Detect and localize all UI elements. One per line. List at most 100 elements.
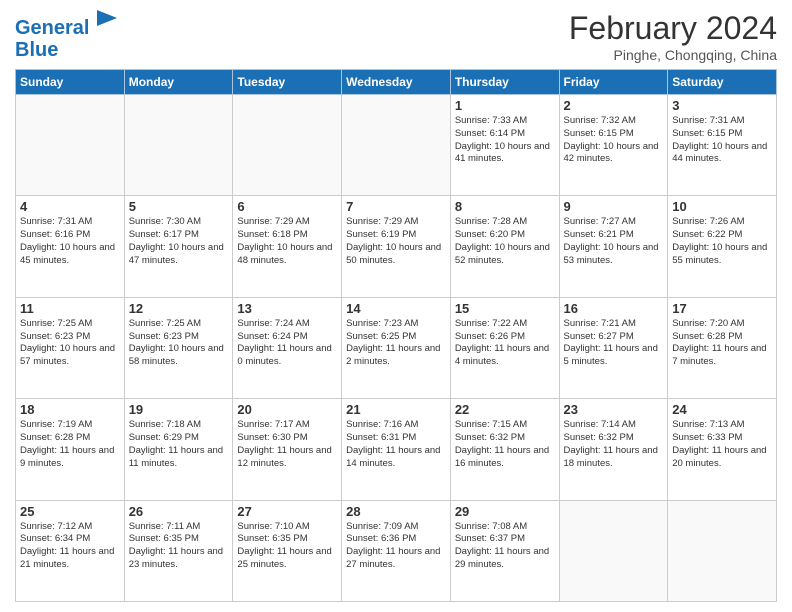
- day-number: 21: [346, 402, 446, 417]
- day-number: 26: [129, 504, 229, 519]
- day-info: Sunrise: 7:25 AM Sunset: 6:23 PM Dayligh…: [129, 318, 229, 369]
- day-info: Sunrise: 7:19 AM Sunset: 6:28 PM Dayligh…: [20, 419, 120, 470]
- day-info: Sunrise: 7:12 AM Sunset: 6:34 PM Dayligh…: [20, 521, 120, 572]
- calendar-cell: 1 Sunrise: 7:33 AM Sunset: 6:14 PM Daylig…: [450, 95, 559, 196]
- day-number: 7: [346, 199, 446, 214]
- day-number: 5: [129, 199, 229, 214]
- day-info: Sunrise: 7:31 AM Sunset: 6:16 PM Dayligh…: [20, 216, 120, 267]
- calendar-cell: 22Sunrise: 7:15 AM Sunset: 6:32 PM Dayli…: [450, 399, 559, 500]
- day-info: Sunrise: 7:32 AM Sunset: 6:15 PM Dayligh…: [564, 115, 664, 166]
- day-info: Sunrise: 7:23 AM Sunset: 6:25 PM Dayligh…: [346, 318, 446, 369]
- day-info: Sunrise: 7:11 AM Sunset: 6:35 PM Dayligh…: [129, 521, 229, 572]
- day-number: 6: [237, 199, 337, 214]
- day-info: Sunrise: 7:22 AM Sunset: 6:26 PM Dayligh…: [455, 318, 555, 369]
- calendar-cell: 5 Sunrise: 7:30 AM Sunset: 6:17 PM Daylig…: [124, 196, 233, 297]
- day-number: 13: [237, 301, 337, 316]
- day-header-tuesday: Tuesday: [233, 70, 342, 95]
- calendar-cell: 4 Sunrise: 7:31 AM Sunset: 6:16 PM Daylig…: [16, 196, 125, 297]
- day-number: 28: [346, 504, 446, 519]
- calendar-cell: 28Sunrise: 7:09 AM Sunset: 6:36 PM Dayli…: [342, 500, 451, 601]
- calendar-cell: 12 Sunrise: 7:25 AM Sunset: 6:23 PM Dayli…: [124, 297, 233, 398]
- day-number: 29: [455, 504, 555, 519]
- day-info: Sunrise: 7:17 AM Sunset: 6:30 PM Dayligh…: [237, 419, 337, 470]
- day-number: 4: [20, 199, 120, 214]
- day-number: 17: [672, 301, 772, 316]
- calendar-cell: 23 Sunrise: 7:14 AM Sunset: 6:32 PM Dayli…: [559, 399, 668, 500]
- day-info: Sunrise: 7:33 AM Sunset: 6:14 PM Dayligh…: [455, 115, 555, 166]
- calendar-table: SundayMondayTuesdayWednesdayThursdayFrid…: [15, 69, 777, 602]
- calendar-cell: 7 Sunrise: 7:29 AM Sunset: 6:19 PM Daylig…: [342, 196, 451, 297]
- day-header-saturday: Saturday: [668, 70, 777, 95]
- calendar-cell: 25 Sunrise: 7:12 AM Sunset: 6:34 PM Dayli…: [16, 500, 125, 601]
- header-row: SundayMondayTuesdayWednesdayThursdayFrid…: [16, 70, 777, 95]
- day-info: Sunrise: 7:31 AM Sunset: 6:15 PM Dayligh…: [672, 115, 772, 166]
- logo-text: General: [15, 10, 117, 39]
- calendar-cell: 18Sunrise: 7:19 AM Sunset: 6:28 PM Dayli…: [16, 399, 125, 500]
- day-header-monday: Monday: [124, 70, 233, 95]
- day-info: Sunrise: 7:14 AM Sunset: 6:32 PM Dayligh…: [564, 419, 664, 470]
- calendar-cell: 10 Sunrise: 7:26 AM Sunset: 6:22 PM Dayli…: [668, 196, 777, 297]
- calendar-cell: 17 Sunrise: 7:20 AM Sunset: 6:28 PM Dayli…: [668, 297, 777, 398]
- logo-general: General: [15, 17, 89, 39]
- day-number: 9: [564, 199, 664, 214]
- day-info: Sunrise: 7:15 AM Sunset: 6:32 PM Dayligh…: [455, 419, 555, 470]
- day-number: 14: [346, 301, 446, 316]
- calendar-cell: 26 Sunrise: 7:11 AM Sunset: 6:35 PM Dayli…: [124, 500, 233, 601]
- title-block: February 2024 Pinghe, Chongqing, China: [569, 10, 777, 63]
- calendar-cell: 24 Sunrise: 7:13 AM Sunset: 6:33 PM Dayli…: [668, 399, 777, 500]
- calendar-cell: 8 Sunrise: 7:28 AM Sunset: 6:20 PM Daylig…: [450, 196, 559, 297]
- day-number: 11: [20, 301, 120, 316]
- main-title: February 2024: [569, 10, 777, 47]
- day-header-wednesday: Wednesday: [342, 70, 451, 95]
- page: General Blue February 2024 Pinghe, Chong…: [0, 0, 792, 612]
- calendar-cell: 19Sunrise: 7:18 AM Sunset: 6:29 PM Dayli…: [124, 399, 233, 500]
- day-number: 3: [672, 98, 772, 113]
- calendar-cell: [233, 95, 342, 196]
- day-info: Sunrise: 7:21 AM Sunset: 6:27 PM Dayligh…: [564, 318, 664, 369]
- calendar-cell: 29 Sunrise: 7:08 AM Sunset: 6:37 PM Dayli…: [450, 500, 559, 601]
- calendar-header: SundayMondayTuesdayWednesdayThursdayFrid…: [16, 70, 777, 95]
- day-number: 12: [129, 301, 229, 316]
- calendar-cell: 21 Sunrise: 7:16 AM Sunset: 6:31 PM Dayli…: [342, 399, 451, 500]
- day-number: 1: [455, 98, 555, 113]
- day-number: 8: [455, 199, 555, 214]
- day-number: 10: [672, 199, 772, 214]
- day-info: Sunrise: 7:25 AM Sunset: 6:23 PM Dayligh…: [20, 318, 120, 369]
- calendar-cell: [16, 95, 125, 196]
- calendar-body: 1 Sunrise: 7:33 AM Sunset: 6:14 PM Daylig…: [16, 95, 777, 602]
- logo-icon: [97, 10, 117, 34]
- day-number: 2: [564, 98, 664, 113]
- logo: General Blue: [15, 10, 117, 61]
- day-info: Sunrise: 7:18 AM Sunset: 6:29 PM Dayligh…: [129, 419, 229, 470]
- calendar-cell: 11 Sunrise: 7:25 AM Sunset: 6:23 PM Dayli…: [16, 297, 125, 398]
- day-info: Sunrise: 7:26 AM Sunset: 6:22 PM Dayligh…: [672, 216, 772, 267]
- calendar-cell: 16 Sunrise: 7:21 AM Sunset: 6:27 PM Dayli…: [559, 297, 668, 398]
- subtitle: Pinghe, Chongqing, China: [569, 47, 777, 63]
- calendar-cell: [124, 95, 233, 196]
- day-info: Sunrise: 7:20 AM Sunset: 6:28 PM Dayligh…: [672, 318, 772, 369]
- header: General Blue February 2024 Pinghe, Chong…: [15, 10, 777, 63]
- day-info: Sunrise: 7:10 AM Sunset: 6:35 PM Dayligh…: [237, 521, 337, 572]
- day-number: 16: [564, 301, 664, 316]
- day-info: Sunrise: 7:28 AM Sunset: 6:20 PM Dayligh…: [455, 216, 555, 267]
- week-row-3: 18Sunrise: 7:19 AM Sunset: 6:28 PM Dayli…: [16, 399, 777, 500]
- week-row-1: 4 Sunrise: 7:31 AM Sunset: 6:16 PM Daylig…: [16, 196, 777, 297]
- day-number: 24: [672, 402, 772, 417]
- logo-blue: Blue: [15, 39, 117, 61]
- day-info: Sunrise: 7:30 AM Sunset: 6:17 PM Dayligh…: [129, 216, 229, 267]
- day-number: 15: [455, 301, 555, 316]
- day-info: Sunrise: 7:08 AM Sunset: 6:37 PM Dayligh…: [455, 521, 555, 572]
- day-info: Sunrise: 7:13 AM Sunset: 6:33 PM Dayligh…: [672, 419, 772, 470]
- calendar-cell: 2 Sunrise: 7:32 AM Sunset: 6:15 PM Daylig…: [559, 95, 668, 196]
- day-info: Sunrise: 7:29 AM Sunset: 6:19 PM Dayligh…: [346, 216, 446, 267]
- day-header-thursday: Thursday: [450, 70, 559, 95]
- day-number: 25: [20, 504, 120, 519]
- calendar-cell: [668, 500, 777, 601]
- calendar-cell: 14 Sunrise: 7:23 AM Sunset: 6:25 PM Dayli…: [342, 297, 451, 398]
- day-info: Sunrise: 7:27 AM Sunset: 6:21 PM Dayligh…: [564, 216, 664, 267]
- day-number: 23: [564, 402, 664, 417]
- calendar-cell: [342, 95, 451, 196]
- calendar-cell: 6Sunrise: 7:29 AM Sunset: 6:18 PM Daylig…: [233, 196, 342, 297]
- day-info: Sunrise: 7:16 AM Sunset: 6:31 PM Dayligh…: [346, 419, 446, 470]
- week-row-0: 1 Sunrise: 7:33 AM Sunset: 6:14 PM Daylig…: [16, 95, 777, 196]
